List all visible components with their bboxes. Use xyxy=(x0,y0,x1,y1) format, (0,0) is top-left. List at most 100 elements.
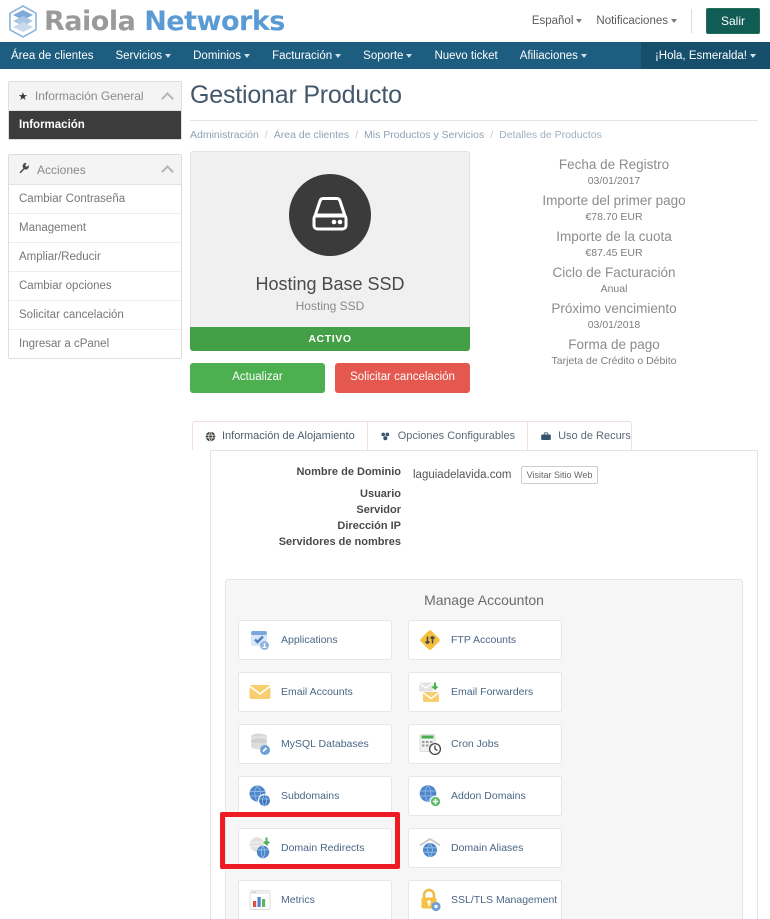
sidebar-panel-acciones-title: Acciones xyxy=(37,163,86,177)
visit-website-button[interactable]: Visitar Sitio Web xyxy=(521,466,599,484)
nav-item-area-de-clientes[interactable]: Área de clientes xyxy=(0,42,104,69)
nav-label: Soporte xyxy=(363,50,403,62)
update-button[interactable]: Actualizar xyxy=(190,363,325,393)
logout-button[interactable]: Salir xyxy=(706,8,760,34)
manage-item-domain-redirects[interactable]: Domain Redirects xyxy=(238,828,392,868)
cron-icon xyxy=(417,731,443,757)
language-selector[interactable]: Español xyxy=(532,15,583,27)
manage-item-domain-aliases[interactable]: Domain Aliases xyxy=(408,828,562,868)
tab-informacion-de-alojamiento[interactable]: Información de Alojamiento xyxy=(193,422,368,450)
sidebar-item-cambiar-contrasena[interactable]: Cambiar Contraseña xyxy=(9,185,181,214)
manage-item-email-accounts[interactable]: Email Accounts xyxy=(238,672,392,712)
nav-item-nuevo-ticket[interactable]: Nuevo ticket xyxy=(423,42,508,69)
sidebar-item-label: Información xyxy=(19,119,85,131)
breadcrumb-item-area-de-clientes[interactable]: Área de clientes xyxy=(274,129,349,141)
bar-chart-icon xyxy=(247,887,273,913)
subdomain-globe-icon xyxy=(247,783,273,809)
manage-item-cron-jobs[interactable]: Cron Jobs xyxy=(408,724,562,764)
product-card-column: Hosting Base SSD Hosting SSD ACTIVO Actu… xyxy=(190,151,470,393)
domain-name-text: laguiadelavida.com xyxy=(413,469,511,481)
manage-item-label: Email Forwarders xyxy=(451,686,533,698)
domain-redirect-icon xyxy=(247,835,273,861)
row-value-nombre-de-dominio: laguiadelavida.com Visitar Sitio Web xyxy=(413,465,755,485)
hosting-info-table: Nombre de Dominio laguiadelavida.com Vis… xyxy=(211,463,757,551)
manage-item-applications[interactable]: Applications xyxy=(238,620,392,660)
sidebar-panel-acciones: Acciones Cambiar Contraseña Management A… xyxy=(8,154,182,359)
chevron-down-icon xyxy=(576,19,582,23)
manage-item-label: FTP Accounts xyxy=(451,634,516,646)
detail-label-fecha-registro: Fecha de Registro xyxy=(470,157,758,172)
manage-item-addon-domains[interactable]: Addon Domains xyxy=(408,776,562,816)
main-content: Gestionar Producto Administración / Área… xyxy=(182,69,770,393)
nav-item-afiliaciones[interactable]: Afiliaciones xyxy=(509,42,598,69)
domain-alias-icon xyxy=(417,835,443,861)
brand-logo[interactable]: Raiola Networks xyxy=(8,5,285,38)
manage-item-label: Domain Aliases xyxy=(451,842,523,854)
product-details-column: Fecha de Registro 03/01/2017 Importe del… xyxy=(470,151,758,367)
sidebar-item-cambiar-opciones[interactable]: Cambiar opciones xyxy=(9,272,181,301)
row-value-servidores-de-nombres xyxy=(413,535,755,549)
manage-item-label: Email Accounts xyxy=(281,686,353,698)
detail-label-primer-pago: Importe del primer pago xyxy=(470,193,758,208)
nav-user-area: ¡Hola, Esmeralda! xyxy=(641,42,770,69)
page-body: ★ Información General Información Accion… xyxy=(0,69,770,393)
table-row: Usuario xyxy=(213,487,755,501)
nav-label: Afiliaciones xyxy=(520,50,578,62)
envelope-icon xyxy=(247,679,273,705)
tab-opciones-configurables[interactable]: Opciones Configurables xyxy=(368,422,528,450)
status-badge: ACTIVO xyxy=(190,327,470,351)
chevron-up-icon xyxy=(161,92,174,105)
breadcrumb-item-detalles: Detalles de Productos xyxy=(499,129,602,141)
tab-panel-informacion-de-alojamiento: Nombre de Dominio laguiadelavida.com Vis… xyxy=(210,450,758,919)
logo-text-primary: Raiola xyxy=(44,6,135,37)
manage-item-mysql-databases[interactable]: MySQL Databases xyxy=(238,724,392,764)
sidebar-item-label: Cambiar opciones xyxy=(19,280,112,292)
request-cancellation-button[interactable]: Solicitar cancelación xyxy=(335,363,470,393)
nav-item-facturacion[interactable]: Facturación xyxy=(261,42,352,69)
applications-icon xyxy=(247,627,273,653)
row-label-servidor: Servidor xyxy=(213,503,411,517)
manage-item-label: Addon Domains xyxy=(451,790,526,802)
nav-item-soporte[interactable]: Soporte xyxy=(352,42,423,69)
breadcrumb-item-mis-productos[interactable]: Mis Productos y Servicios xyxy=(364,129,484,141)
chevron-down-icon xyxy=(165,54,171,58)
detail-value-ciclo-facturacion: Anual xyxy=(470,283,758,295)
manage-item-subdomains[interactable]: Subdomains xyxy=(238,776,392,816)
detail-label-forma-pago: Forma de pago xyxy=(470,337,758,352)
chevron-down-icon xyxy=(750,54,756,58)
row-label-direccion-ip: Dirección IP xyxy=(213,519,411,533)
sidebar-item-management[interactable]: Management xyxy=(9,214,181,243)
breadcrumb-separator: / xyxy=(355,129,358,141)
product-card: Hosting Base SSD Hosting SSD xyxy=(190,151,470,327)
sidebar-panel-acciones-header[interactable]: Acciones xyxy=(9,155,181,185)
tab-uso-de-recursos[interactable]: Uso de Recursos xyxy=(528,422,632,450)
manage-item-ssl-tls-management[interactable]: SSL/TLS Management xyxy=(408,880,562,919)
sidebar-panel-general-title: Información General xyxy=(35,89,144,103)
globe-icon xyxy=(205,431,216,442)
manage-item-metrics[interactable]: Metrics xyxy=(238,880,392,919)
manage-item-email-forwarders[interactable]: Email Forwarders xyxy=(408,672,562,712)
notifications-menu[interactable]: Notificaciones xyxy=(596,15,677,27)
manage-account-grid: Applications FTP Accounts xyxy=(238,620,730,919)
page-title: Gestionar Producto xyxy=(190,81,758,110)
tab-label: Uso de Recursos xyxy=(558,430,632,442)
sidebar-item-informacion[interactable]: Información xyxy=(9,111,181,139)
nav-label: Nuevo ticket xyxy=(434,50,497,62)
user-menu[interactable]: ¡Hola, Esmeralda! xyxy=(641,42,770,69)
nav-item-dominios[interactable]: Dominios xyxy=(182,42,261,69)
manage-item-ftp-accounts[interactable]: FTP Accounts xyxy=(408,620,562,660)
sidebar-panel-general-header[interactable]: ★ Información General xyxy=(9,82,181,111)
sidebar-item-ampliar-reducir[interactable]: Ampliar/Reducir xyxy=(9,243,181,272)
manage-item-label: Subdomains xyxy=(281,790,339,802)
table-row: Dirección IP xyxy=(213,519,755,533)
sidebar-item-solicitar-cancelacion[interactable]: Solicitar cancelación xyxy=(9,301,181,330)
breadcrumb-item-administracion[interactable]: Administración xyxy=(190,129,259,141)
row-value-direccion-ip xyxy=(413,519,755,533)
product-subtitle: Hosting SSD xyxy=(201,299,459,313)
sidebar-item-ingresar-cpanel[interactable]: Ingresar a cPanel xyxy=(9,330,181,358)
nav-item-servicios[interactable]: Servicios xyxy=(104,42,182,69)
manage-item-label: Metrics xyxy=(281,894,315,906)
chevron-down-icon xyxy=(335,54,341,58)
hard-drive-icon xyxy=(289,174,371,256)
nav-label: Área de clientes xyxy=(11,50,93,62)
